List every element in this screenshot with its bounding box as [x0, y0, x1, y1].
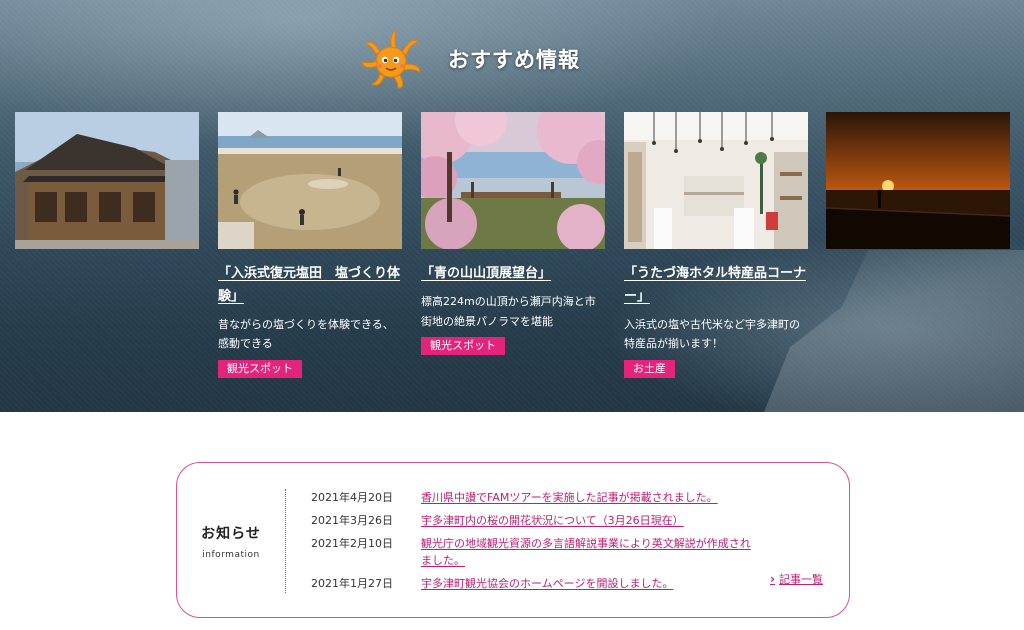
section-title: おすすめ情報 — [448, 48, 580, 72]
card-description: 昔ながらの塩づくりを体験できる、感動できる — [218, 317, 394, 351]
view-all-label: 記事一覧 — [779, 573, 823, 586]
card-description: 入浜式の塩や古代米など宇多津町の特産品が揃います！ — [624, 317, 800, 351]
news-list: 2021年4月20日 香川県中讃でFAMツアーを実施した記事が掲載されました。 … — [311, 489, 781, 598]
news-header: お知らせ information — [177, 463, 285, 619]
news-link[interactable]: 観光庁の地域観光資源の多言語解説事業により英文解説が作成されました。 — [421, 535, 761, 569]
chevron-right-icon: › — [770, 572, 775, 586]
news-link[interactable]: 宇多津町観光協会のホームページを開設しました。 — [421, 575, 761, 592]
card-photo[interactable] — [218, 112, 402, 249]
card-photo[interactable] — [421, 112, 605, 249]
card-sunset[interactable] — [826, 112, 1010, 249]
news-item: 2021年4月20日 香川県中讃でFAMツアーを実施した記事が掲載されました。 — [311, 489, 781, 506]
sunset-photo — [826, 112, 1010, 249]
news-date: 2021年4月20日 — [311, 491, 393, 504]
card-photo[interactable] — [15, 112, 199, 249]
news-link[interactable]: 香川県中讃でFAMツアーを実施した記事が掲載されました。 — [421, 489, 761, 506]
mascot-icon — [361, 30, 421, 89]
card-old-house[interactable] — [15, 112, 199, 249]
category-badge[interactable]: 観光スポット — [218, 360, 302, 379]
recommend-section: おすすめ情報 「入浜式復元塩田 塩づくり体験」 昔ながらの塩づくりを体験できる、… — [0, 0, 1024, 412]
card-photo[interactable] — [624, 112, 808, 249]
category-badge[interactable]: お土産 — [624, 360, 675, 379]
card-souvenir-corner[interactable]: 「うたづ海ホタル特産品コーナー」 入浜式の塩や古代米など宇多津町の特産品が揃いま… — [624, 112, 808, 379]
news-divider — [285, 489, 286, 593]
salt-field-photo — [218, 112, 402, 249]
recommend-heading: おすすめ情報 — [360, 28, 580, 90]
card-salt-field[interactable]: 「入浜式復元塩田 塩づくり体験」 昔ながらの塩づくりを体験できる、感動できる 観… — [218, 112, 402, 379]
news-subtitle: information — [202, 549, 260, 560]
news-box: お知らせ information 2021年4月20日 香川県中讃でFAMツアー… — [176, 462, 850, 618]
shop-interior-photo — [624, 112, 808, 249]
news-title: お知らせ — [201, 525, 261, 542]
news-date: 2021年1月27日 — [311, 577, 393, 590]
card-observation-deck[interactable]: 「青の山山頂展望台」 標高224mの山頂から瀬戸内海と市街地の絶景パノラマを堪能… — [421, 112, 605, 356]
card-carousel: 「入浜式復元塩田 塩づくり体験」 昔ながらの塩づくりを体験できる、感動できる 観… — [0, 112, 1024, 412]
cherry-blossom-photo — [421, 112, 605, 249]
old-house-photo — [15, 112, 199, 249]
card-description: 標高224mの山頂から瀬戸内海と市街地の絶景パノラマを堪能 — [421, 294, 596, 328]
news-item: 2021年1月27日 宇多津町観光協会のホームページを開設しました。 — [311, 575, 781, 592]
news-date: 2021年3月26日 — [311, 514, 393, 527]
news-link[interactable]: 宇多津町内の桜の開花状況について（3月26日現在） — [421, 512, 761, 529]
card-title-link[interactable]: 「うたづ海ホタル特産品コーナー」 — [624, 263, 808, 309]
category-badge[interactable]: 観光スポット — [421, 337, 505, 356]
card-title-link[interactable]: 「青の山山頂展望台」 — [421, 263, 605, 286]
card-title-link[interactable]: 「入浜式復元塩田 塩づくり体験」 — [218, 263, 402, 309]
card-photo[interactable] — [826, 112, 1010, 249]
news-item: 2021年3月26日 宇多津町内の桜の開花状況について（3月26日現在） — [311, 512, 781, 529]
view-all-news-link[interactable]: › 記事一覧 — [770, 571, 823, 587]
news-date: 2021年2月10日 — [311, 537, 393, 550]
news-item: 2021年2月10日 観光庁の地域観光資源の多言語解説事業により英文解説が作成さ… — [311, 535, 781, 569]
